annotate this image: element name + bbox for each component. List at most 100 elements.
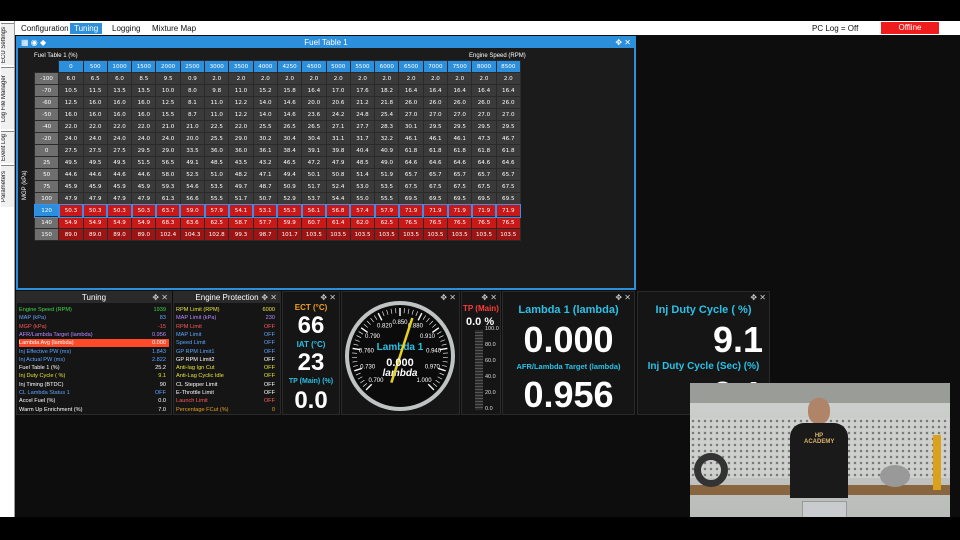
table-cell[interactable]: 50.7 [252, 192, 278, 205]
table-cell[interactable]: 65.7 [398, 168, 424, 181]
table-cell[interactable]: 44.6 [106, 168, 133, 181]
side-tab-log-file-manager[interactable]: Log File Manager [1, 67, 14, 129]
table-cell[interactable]: 27.1 [325, 120, 351, 133]
table-cell[interactable]: 21.2 [349, 96, 376, 109]
table-cell[interactable]: 45.9 [131, 180, 157, 193]
table-cell[interactable]: 54.9 [106, 216, 133, 229]
table-cell[interactable]: 20.0 [301, 96, 327, 109]
table-cell[interactable]: 24.0 [58, 132, 84, 145]
table-cell[interactable]: 21.0 [155, 120, 181, 133]
table-cell[interactable]: 14.6 [276, 108, 303, 121]
table-cell[interactable]: 102.4 [155, 228, 181, 241]
table-cell[interactable]: 47.3 [471, 132, 497, 145]
table-cell[interactable]: 10.0 [155, 84, 181, 97]
table-cell[interactable]: 25.5 [204, 132, 230, 145]
table-cell[interactable]: 2.0 [276, 72, 303, 85]
table-cell[interactable]: 103.5 [447, 228, 473, 241]
table-cell[interactable]: 50.3 [130, 203, 157, 218]
table-cell[interactable]: 8.5 [131, 72, 157, 85]
table-cell[interactable]: 27.0 [495, 108, 521, 121]
table-cell[interactable]: 56.8 [325, 203, 352, 218]
table-cell[interactable]: 55.5 [204, 192, 230, 205]
table-cell[interactable]: 6.0 [106, 72, 133, 85]
table-cell[interactable]: 45.9 [58, 180, 84, 193]
table-cell[interactable]: 2.0 [349, 72, 376, 85]
panel-controls-icon[interactable]: ✥ ✕ [261, 292, 277, 303]
table-cell[interactable]: 53.7 [301, 192, 327, 205]
table-cell[interactable]: 55.0 [349, 192, 376, 205]
table-cell[interactable]: 23.6 [301, 108, 327, 121]
table-cell[interactable]: 30.4 [276, 132, 303, 145]
table-cell[interactable]: 16.0 [82, 108, 108, 121]
table-cell[interactable]: 48.7 [252, 180, 278, 193]
table-cell[interactable]: 45.9 [82, 180, 108, 193]
table-cell[interactable]: 76.5 [398, 216, 424, 229]
table-cell[interactable]: 2.0 [228, 72, 254, 85]
table-cell[interactable]: 52.4 [325, 180, 351, 193]
table-cell[interactable]: 62.0 [349, 216, 376, 229]
table-cell[interactable]: 76.5 [495, 216, 521, 229]
table-cell[interactable]: 76.5 [447, 216, 473, 229]
table-cell[interactable]: 21.8 [374, 96, 400, 109]
table-cell[interactable]: 63.7 [154, 203, 182, 218]
table-cell[interactable]: 71.9 [397, 203, 425, 218]
table-cell[interactable]: 54.9 [58, 216, 84, 229]
table-cell[interactable]: 25.5 [252, 120, 278, 133]
table-cell[interactable]: 12.2 [228, 108, 254, 121]
table-cell[interactable]: 104.3 [179, 228, 206, 241]
table-cell[interactable]: 16.4 [398, 84, 424, 97]
table-cell[interactable]: 17.6 [349, 84, 376, 97]
table-cell[interactable]: 6.5 [82, 72, 108, 85]
table-cell[interactable]: 50.1 [301, 168, 327, 181]
table-cell[interactable]: 24.0 [155, 132, 181, 145]
table-cell[interactable]: 69.5 [495, 192, 521, 205]
table-cell[interactable]: 16.0 [82, 96, 108, 109]
panel-controls-icon[interactable]: ✥ ✕ [750, 292, 766, 303]
table-cell[interactable]: 54.4 [325, 192, 351, 205]
table-cell[interactable]: 2.0 [447, 72, 473, 85]
table-cell[interactable]: 0.9 [179, 72, 206, 85]
table-cell[interactable]: 103.5 [374, 228, 400, 241]
table-cell[interactable]: 51.4 [349, 168, 376, 181]
table-cell[interactable]: 57.9 [373, 203, 400, 218]
table-cell[interactable]: 49.5 [58, 156, 84, 169]
table-cell[interactable]: 22.0 [228, 120, 254, 133]
table-cell[interactable]: 50.3 [57, 203, 85, 218]
table-cell[interactable]: 43.2 [252, 156, 278, 169]
table-cell[interactable]: 46.1 [398, 132, 424, 145]
table-cell[interactable]: 39.1 [301, 144, 327, 157]
side-tab-event-log[interactable]: Event Log [1, 131, 14, 163]
table-cell[interactable]: 89.0 [131, 228, 157, 241]
table-cell[interactable]: 26.0 [471, 96, 497, 109]
table-cell[interactable]: 8.1 [179, 96, 206, 109]
table-cell[interactable]: 27.0 [398, 108, 424, 121]
table-cell[interactable]: 20.6 [325, 96, 351, 109]
table-cell[interactable]: 29.0 [155, 144, 181, 157]
table-cell[interactable]: 16.4 [301, 84, 327, 97]
table-cell[interactable]: 14.0 [252, 108, 278, 121]
table-cell[interactable]: 103.5 [349, 228, 376, 241]
table-cell[interactable]: 44.6 [82, 168, 108, 181]
table-cell[interactable]: 69.5 [422, 192, 449, 205]
table-cell[interactable]: 46.7 [495, 132, 521, 145]
table-cell[interactable]: 15.2 [252, 84, 278, 97]
table-cell[interactable]: 12.5 [155, 96, 181, 109]
table-cell[interactable]: 67.5 [471, 180, 497, 193]
table-cell[interactable]: 36.0 [228, 144, 254, 157]
table-cell[interactable]: 47.1 [252, 168, 278, 181]
table-cell[interactable]: 71.9 [470, 203, 498, 218]
table-cell[interactable]: 10.5 [58, 84, 84, 97]
table-cell[interactable]: 89.0 [82, 228, 108, 241]
table-cell[interactable]: 103.5 [301, 228, 327, 241]
table-cell[interactable]: 65.7 [471, 168, 497, 181]
table-cell[interactable]: 40.9 [374, 144, 400, 157]
table-cell[interactable]: 49.4 [276, 168, 303, 181]
table-cell[interactable]: 47.9 [325, 156, 351, 169]
table-cell[interactable]: 52.5 [179, 168, 206, 181]
table-cell[interactable]: 29.5 [495, 120, 521, 133]
table-cell[interactable]: 25.4 [374, 108, 400, 121]
table-cell[interactable]: 16.4 [447, 84, 473, 97]
table-cell[interactable]: 13.5 [131, 84, 157, 97]
table-cell[interactable]: 27.5 [82, 144, 108, 157]
table-cell[interactable]: 29.5 [447, 120, 473, 133]
